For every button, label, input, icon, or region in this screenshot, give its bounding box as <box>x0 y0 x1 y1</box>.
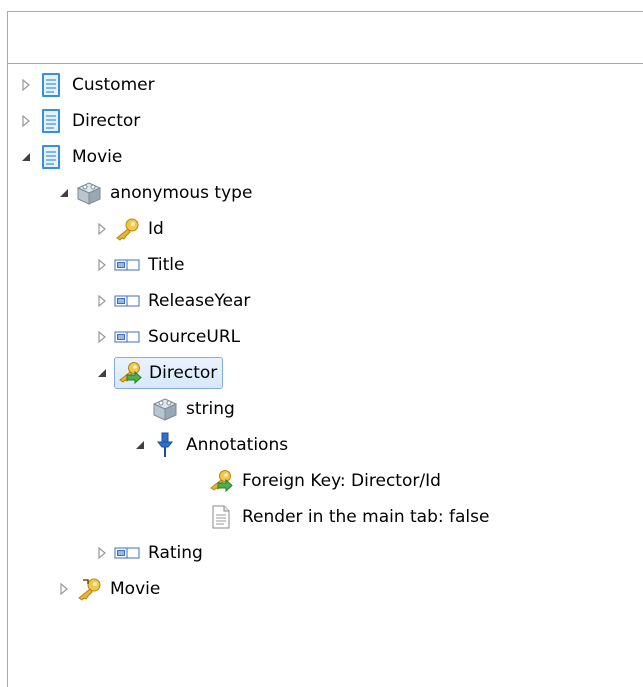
expand-arrow-icon[interactable] <box>20 79 32 91</box>
pin-icon <box>152 432 178 458</box>
tree-node-foreign-key[interactable]: Foreign Key: Director/Id <box>190 463 444 499</box>
tree-node-source-url[interactable]: SourceURL <box>96 319 243 355</box>
cube-icon <box>152 396 178 422</box>
foreign-key-icon <box>208 468 234 494</box>
key-icon <box>76 576 102 602</box>
tree-node-movie[interactable]: Movie <box>20 139 125 175</box>
selection-highlight[interactable]: Director <box>114 357 224 389</box>
tree-node-string[interactable]: string <box>134 391 238 427</box>
tree-node-rating[interactable]: Rating <box>96 535 206 571</box>
field-icon <box>114 324 140 350</box>
node-label: Render in the main tab: false <box>242 507 490 527</box>
expand-arrow-icon[interactable] <box>96 547 108 559</box>
node-label: anonymous type <box>110 183 253 203</box>
expand-arrow-icon[interactable] <box>96 259 108 271</box>
collapse-arrow-icon[interactable] <box>134 439 146 451</box>
collapse-arrow-icon[interactable] <box>58 187 70 199</box>
tree-node-director[interactable]: Director <box>20 103 143 139</box>
node-label: Customer <box>72 75 155 95</box>
collapse-arrow-icon[interactable] <box>20 151 32 163</box>
node-label: Annotations <box>186 435 289 455</box>
tree-node-title[interactable]: Title <box>96 247 187 283</box>
tree-node-movie-key[interactable]: Movie <box>58 571 163 607</box>
note-icon <box>208 504 234 530</box>
node-label: Director <box>149 363 218 383</box>
expand-arrow-icon[interactable] <box>20 115 32 127</box>
tree-node-release-year[interactable]: ReleaseYear <box>96 283 253 319</box>
node-label: Title <box>148 255 185 275</box>
node-label: Movie <box>110 579 161 599</box>
document-icon <box>38 108 64 134</box>
tree-node-annotations[interactable]: Annotations <box>134 427 291 463</box>
expand-arrow-icon[interactable] <box>96 295 108 307</box>
document-icon <box>38 72 64 98</box>
node-label: Id <box>148 219 164 239</box>
expand-arrow-icon[interactable] <box>96 223 108 235</box>
tree-node-anonymous-type[interactable]: anonymous type <box>58 175 255 211</box>
field-icon <box>114 252 140 278</box>
node-label: Rating <box>148 543 203 563</box>
cube-icon <box>76 180 102 206</box>
node-label: ReleaseYear <box>148 291 251 311</box>
foreign-key-icon <box>117 360 143 386</box>
tree-node-id[interactable]: Id <box>96 211 167 247</box>
tree-node-customer[interactable]: Customer <box>20 67 158 103</box>
tree-node-render-main-tab[interactable]: Render in the main tab: false <box>190 499 492 535</box>
field-icon <box>114 540 140 566</box>
expand-arrow-icon[interactable] <box>58 583 70 595</box>
tree-panel: Customer Director Movie anonymous type I… <box>7 11 643 687</box>
expand-arrow-icon[interactable] <box>96 331 108 343</box>
node-label: Foreign Key: Director/Id <box>242 471 441 491</box>
tree-node-director-ref[interactable]: Director <box>96 355 224 391</box>
node-label: Movie <box>72 147 123 167</box>
field-icon <box>114 288 140 314</box>
node-label: SourceURL <box>148 327 241 347</box>
node-label: string <box>186 399 235 419</box>
node-label: Director <box>72 111 141 131</box>
document-icon <box>38 144 64 170</box>
collapse-arrow-icon[interactable] <box>96 367 108 379</box>
panel-toolbar <box>8 12 643 64</box>
key-icon <box>114 216 140 242</box>
